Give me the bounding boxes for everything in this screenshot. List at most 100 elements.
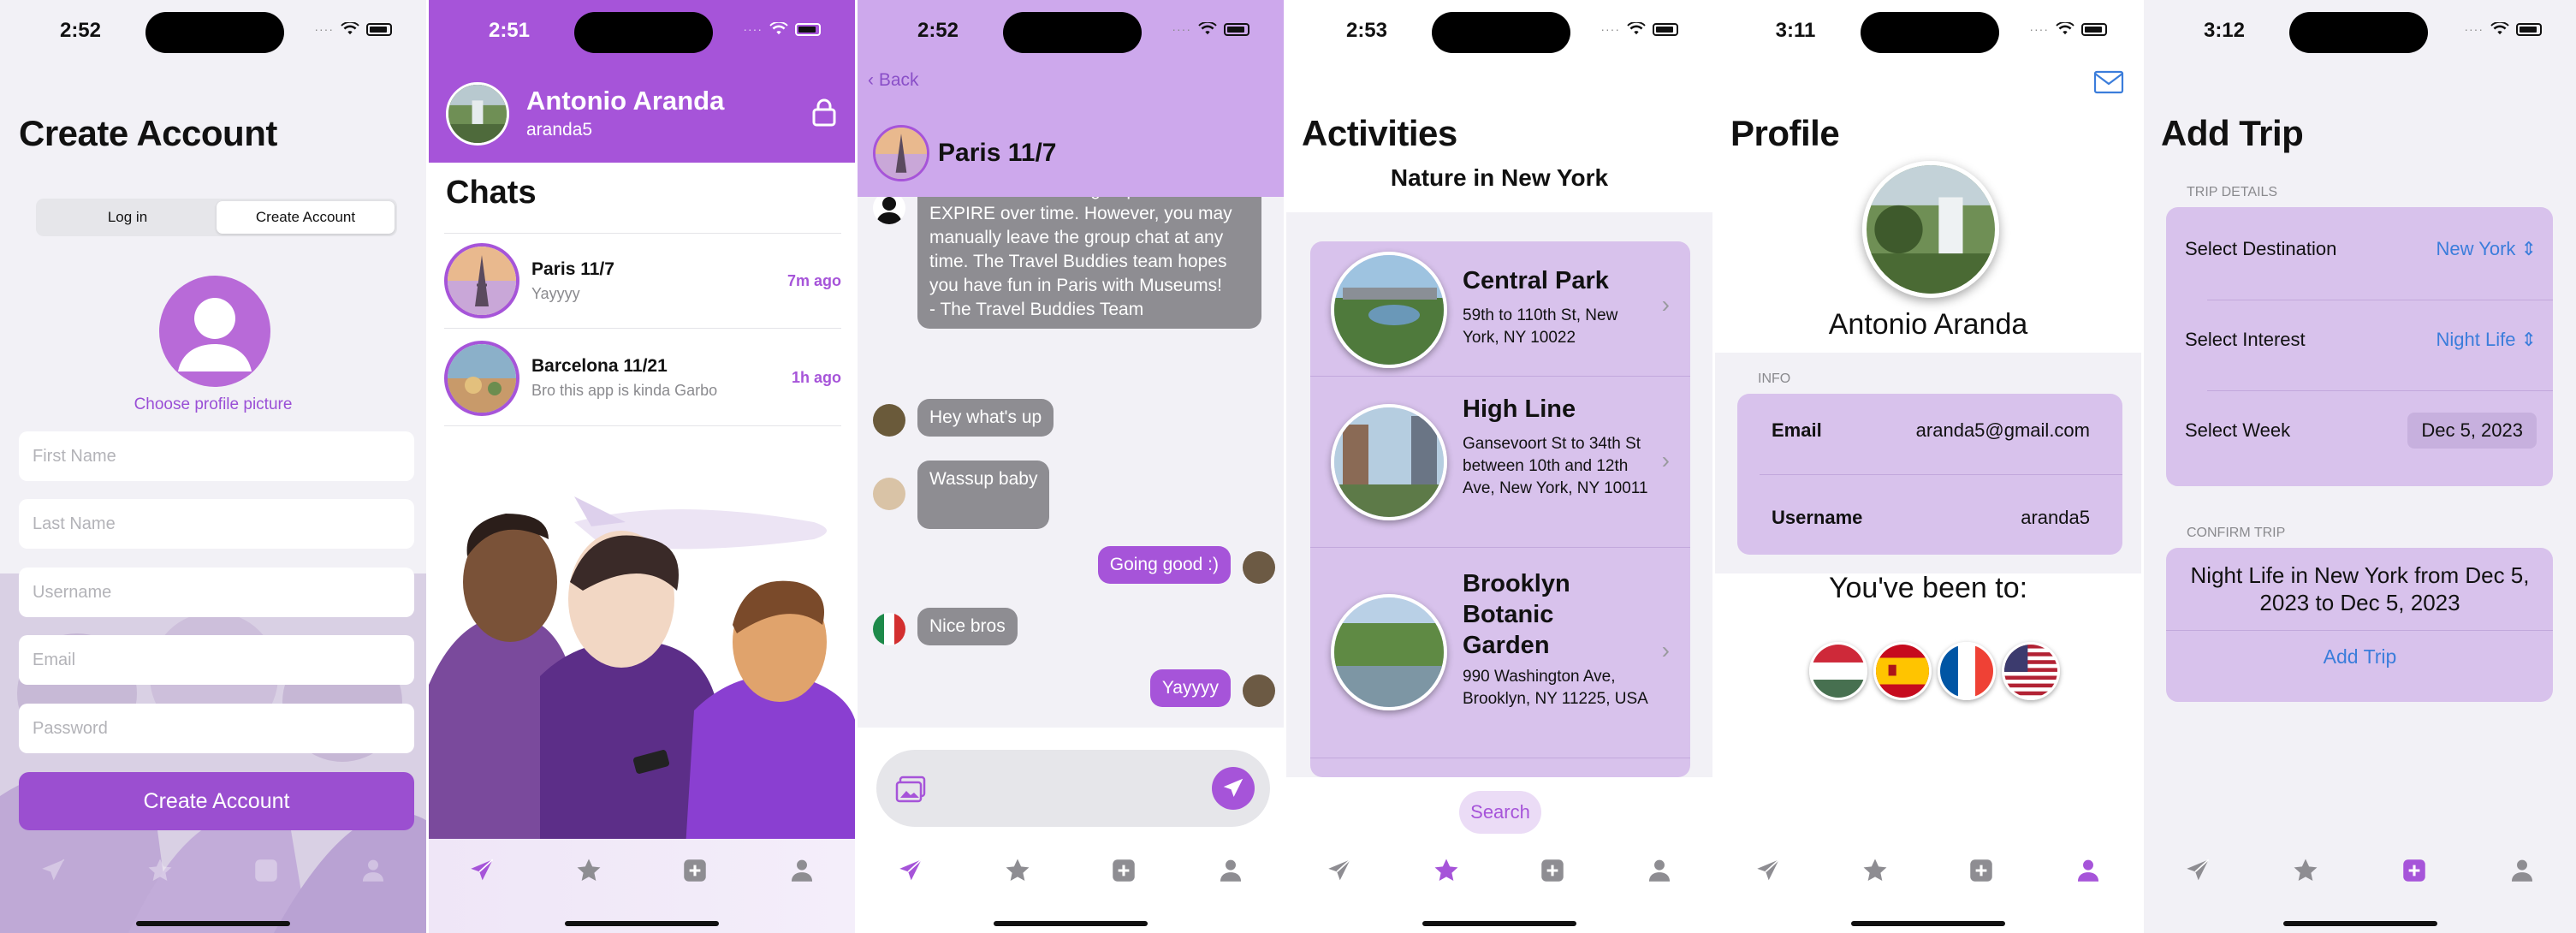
auth-mode-segmented-control[interactable]: Log in Create Account xyxy=(36,199,397,236)
interest-row[interactable]: Select Interest Night Life ⇕ xyxy=(2185,329,2537,351)
tab-profile[interactable] xyxy=(2496,856,2548,899)
travelers-illustration xyxy=(429,462,855,847)
eiffel-tower-photo xyxy=(875,128,927,179)
tab-add-trip[interactable] xyxy=(2389,856,2440,899)
send-icon xyxy=(1754,856,1783,885)
tab-chats[interactable] xyxy=(27,856,79,899)
waterfall-photo xyxy=(448,85,507,143)
battery-icon xyxy=(1224,22,1249,36)
tab-add-trip[interactable] xyxy=(240,856,292,899)
lock-icon[interactable] xyxy=(812,98,836,127)
tab-add-trip[interactable] xyxy=(1098,856,1149,899)
activity-row-high-line[interactable]: High Line Gansevoort St to 34th St betwe… xyxy=(1310,377,1690,548)
tab-chats[interactable] xyxy=(1314,856,1365,899)
avatar[interactable] xyxy=(446,82,509,146)
interest-picker[interactable]: Night Life ⇕ xyxy=(2436,329,2537,351)
plus-square-icon xyxy=(1538,856,1567,885)
tab-profile[interactable] xyxy=(776,856,828,899)
signal-icon: ···· xyxy=(2029,22,2049,36)
tab-activities[interactable] xyxy=(563,856,614,899)
tab-add-trip[interactable] xyxy=(1956,856,2007,899)
tab-activities[interactable] xyxy=(2280,856,2331,899)
email-label: Email xyxy=(1772,419,1822,441)
page-title: Add Trip xyxy=(2161,113,2304,153)
user-name: Antonio Aranda xyxy=(526,86,725,116)
activity-row-central-park[interactable]: Central Park 59th to 110th St, New York,… xyxy=(1310,241,1690,377)
spain-flag xyxy=(1873,642,1932,700)
plus-square-icon xyxy=(680,856,709,885)
username-field[interactable]: Username xyxy=(19,568,414,617)
star-icon xyxy=(1003,856,1032,885)
plus-square-icon xyxy=(252,856,281,885)
tab-profile[interactable] xyxy=(1205,856,1256,899)
chevron-right-icon: › xyxy=(1661,637,1670,663)
message-bubble: Nice bros xyxy=(917,608,1018,645)
battery-icon xyxy=(366,22,392,36)
activities-list: Central Park 59th to 110th St, New York,… xyxy=(1310,241,1690,777)
avatar xyxy=(1862,161,1999,298)
signal-icon: ···· xyxy=(2464,22,2484,36)
email-field[interactable]: Email xyxy=(19,635,414,685)
dynamic-island xyxy=(574,12,713,53)
tab-profile[interactable] xyxy=(1634,856,1685,899)
message-bubble: Hey what's up xyxy=(917,399,1054,437)
tab-add-trip[interactable] xyxy=(669,856,721,899)
tab-profile[interactable] xyxy=(2063,856,2114,899)
create-account-screen: 2:52 ···· Create Account Log in Create A… xyxy=(0,0,429,933)
person-icon xyxy=(787,856,816,885)
eiffel-tower-photo xyxy=(448,247,516,315)
destination-row[interactable]: Select Destination New York ⇕ xyxy=(2185,238,2537,260)
tab-profile[interactable] xyxy=(347,856,399,899)
activity-row-brooklyn-botanic-garden[interactable]: Brooklyn Botanic Garden 990 Washington A… xyxy=(1310,548,1690,758)
week-row[interactable]: Select Week Dec 5, 2023 xyxy=(2185,413,2537,449)
status-bar: 3:12 ···· xyxy=(2144,0,2576,63)
back-label: Back xyxy=(878,70,919,90)
chat-row-barcelona[interactable]: Barcelona 11/21 Bro this app is kinda Gar… xyxy=(444,330,841,426)
add-trip-button[interactable]: Add Trip xyxy=(2144,645,2576,669)
last-name-field[interactable]: Last Name xyxy=(19,499,414,549)
create-account-button[interactable]: Create Account xyxy=(19,772,414,830)
waterfall-photo xyxy=(1867,165,1995,294)
back-button[interactable]: ‹ Back xyxy=(868,70,919,91)
chevron-up-down-icon: ⇕ xyxy=(2520,329,2537,350)
tab-activities[interactable] xyxy=(1849,856,1901,899)
first-name-field[interactable]: First Name xyxy=(19,431,414,481)
tab-activities[interactable] xyxy=(992,856,1043,899)
profile-screen: 3:11 ···· Profile Antonio Aranda INFO Em… xyxy=(1715,0,2144,933)
destination-picker[interactable]: New York ⇕ xyxy=(2436,238,2537,260)
wifi-icon xyxy=(2056,22,2074,36)
segment-log-in[interactable]: Log in xyxy=(39,201,217,234)
tab-chats[interactable] xyxy=(1742,856,1794,899)
status-bar: 3:11 ···· xyxy=(1715,0,2141,63)
battery-icon xyxy=(1653,22,1678,36)
tab-bar xyxy=(429,839,855,933)
tab-chats[interactable] xyxy=(2172,856,2223,899)
segment-create-account[interactable]: Create Account xyxy=(217,201,395,234)
page-title: Create Account xyxy=(19,113,277,153)
send-button[interactable] xyxy=(1212,767,1255,810)
battery-icon xyxy=(795,22,821,36)
message-input[interactable] xyxy=(876,750,1270,827)
tab-chats[interactable] xyxy=(885,856,936,899)
conversation-screen: different times! This group chat will NO… xyxy=(858,0,1286,933)
destination-label: Select Destination xyxy=(2185,238,2337,259)
email-value: aranda5@gmail.com xyxy=(1915,419,2090,441)
status-time: 2:52 xyxy=(917,19,959,42)
chat-row-paris[interactable]: Paris 11/7 Yayyyy 7m ago xyxy=(444,233,841,329)
profile-picture-placeholder[interactable] xyxy=(159,276,270,387)
tab-activities[interactable] xyxy=(1421,856,1472,899)
choose-profile-picture-link[interactable]: Choose profile picture xyxy=(0,395,426,414)
week-date-picker[interactable]: Dec 5, 2023 xyxy=(2407,413,2537,449)
password-field[interactable]: Password xyxy=(19,704,414,753)
dynamic-island xyxy=(145,12,284,53)
search-button[interactable]: Search xyxy=(1459,791,1541,834)
mail-icon[interactable] xyxy=(2093,70,2124,94)
tab-add-trip[interactable] xyxy=(1527,856,1578,899)
plus-square-icon xyxy=(2400,856,2429,885)
visited-countries-title: You've been to: xyxy=(1828,572,2028,604)
tab-chats[interactable] xyxy=(456,856,507,899)
photo-library-icon[interactable] xyxy=(895,776,928,803)
dynamic-island xyxy=(1432,12,1570,53)
tab-activities[interactable] xyxy=(134,856,186,899)
activities-subtitle: Nature in New York xyxy=(1390,164,1609,191)
